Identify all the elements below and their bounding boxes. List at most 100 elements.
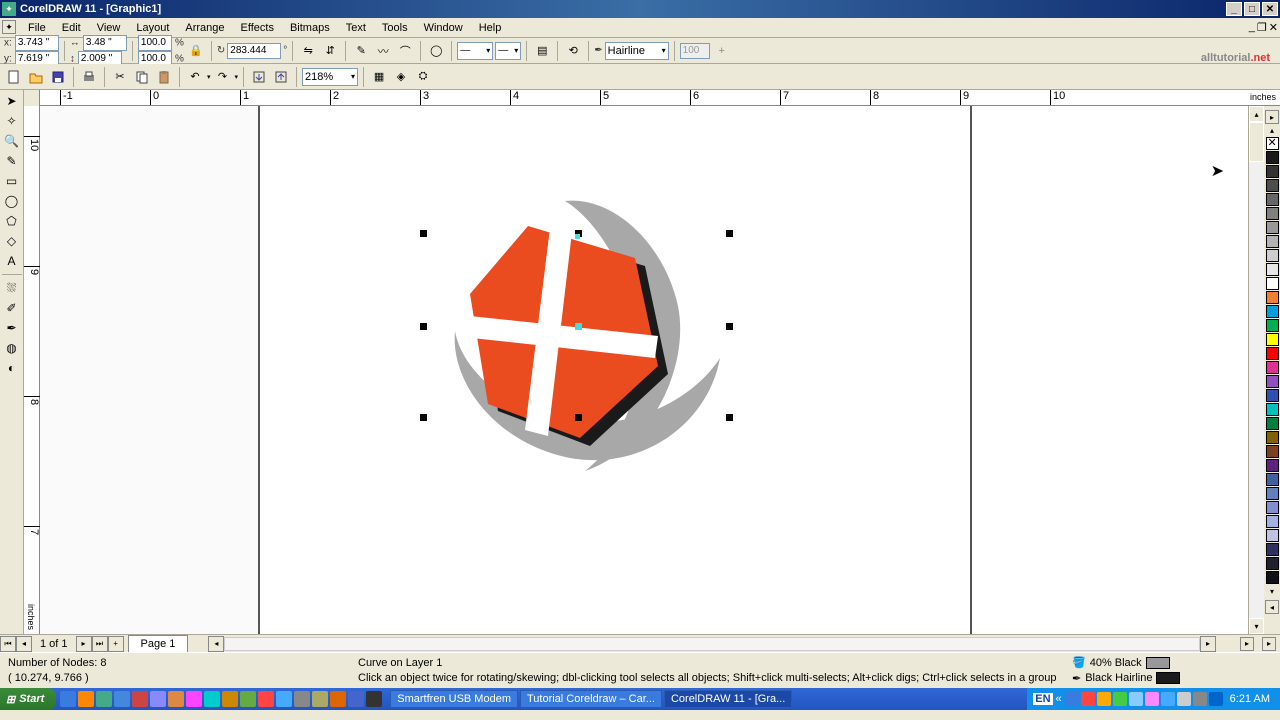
color-swatch-30[interactable]	[1266, 557, 1279, 570]
line-start-dropdown[interactable]: —	[457, 42, 493, 60]
first-page-button[interactable]: ⏮	[0, 636, 16, 652]
taskbar-task-1[interactable]: Tutorial Coreldraw – Car...	[520, 690, 662, 708]
color-swatch-7[interactable]	[1266, 235, 1279, 248]
menu-effects[interactable]: Effects	[233, 20, 282, 36]
palette-flyout-button[interactable]: ◂	[1265, 600, 1279, 614]
ruler-origin[interactable]	[24, 90, 40, 106]
tray-icon-9[interactable]	[1209, 692, 1223, 706]
paste-button[interactable]	[154, 67, 174, 87]
import-button[interactable]	[249, 67, 269, 87]
menu-tools[interactable]: Tools	[374, 20, 416, 36]
language-indicator[interactable]: EN	[1033, 693, 1052, 705]
width-input[interactable]	[83, 35, 127, 51]
quick-launch-8[interactable]	[204, 691, 220, 707]
menu-bitmaps[interactable]: Bitmaps	[282, 20, 338, 36]
scroll-right-button[interactable]: ▸	[1200, 636, 1216, 652]
menu-text[interactable]: Text	[338, 20, 374, 36]
path-tool-2[interactable]: ⌒	[395, 41, 415, 61]
quick-launch-2[interactable]	[96, 691, 112, 707]
tray-icon-3[interactable]	[1113, 692, 1127, 706]
auto-close-button[interactable]: ◯	[426, 41, 446, 61]
copy-button[interactable]	[132, 67, 152, 87]
handle-se[interactable]	[726, 414, 733, 421]
handle-sw[interactable]	[420, 414, 427, 421]
scrollbar-horizontal[interactable]: ◂ ▸	[208, 636, 1216, 652]
new-button[interactable]	[4, 67, 24, 87]
tray-icon-4[interactable]	[1129, 692, 1143, 706]
tray-icon-5[interactable]	[1145, 692, 1159, 706]
tray-icon-2[interactable]	[1097, 692, 1111, 706]
outline-tool[interactable]: ✒	[2, 319, 22, 337]
path-tool-1[interactable]: 〰	[373, 41, 393, 61]
color-swatch-19[interactable]	[1266, 403, 1279, 416]
tray-icon-7[interactable]	[1177, 692, 1191, 706]
rectangle-tool[interactable]: ▭	[2, 172, 22, 190]
redo-history-button[interactable]: ▾	[235, 73, 239, 81]
ellipse-tool[interactable]: ◯	[2, 192, 22, 210]
quick-launch-11[interactable]	[258, 691, 274, 707]
polygon-tool[interactable]: ⬠	[2, 212, 22, 230]
page-tab-1[interactable]: Page 1	[128, 635, 189, 652]
cut-button[interactable]: ✂	[110, 67, 130, 87]
menu-help[interactable]: Help	[471, 20, 510, 36]
graphics-online-button[interactable]: ◈	[391, 67, 411, 87]
open-button[interactable]	[26, 67, 46, 87]
scroll-up-button[interactable]: ▴	[1249, 106, 1264, 122]
color-swatch-13[interactable]	[1266, 319, 1279, 332]
node-marker[interactable]	[575, 234, 580, 239]
menu-window[interactable]: Window	[416, 20, 471, 36]
shape-tool[interactable]: ✧	[2, 112, 22, 130]
fill-tool[interactable]: ◍	[2, 339, 22, 357]
color-swatch-24[interactable]	[1266, 473, 1279, 486]
color-swatch-26[interactable]	[1266, 501, 1279, 514]
color-swatch-9[interactable]	[1266, 263, 1279, 276]
color-swatch-15[interactable]	[1266, 347, 1279, 360]
color-swatch-6[interactable]	[1266, 221, 1279, 234]
outline-width-dropdown[interactable]: Hairline	[605, 42, 669, 60]
color-swatch-23[interactable]	[1266, 459, 1279, 472]
quick-launch-13[interactable]	[294, 691, 310, 707]
scrollbar-vertical[interactable]: ▴ ▾	[1248, 106, 1264, 634]
options-button[interactable]: ⛭	[413, 67, 433, 87]
interactive-blend-tool[interactable]: ⛆	[2, 279, 22, 297]
taskbar-task-2[interactable]: CorelDRAW 11 - [Gra...	[664, 690, 792, 708]
taskbar-task-0[interactable]: Smartfren USB Modem	[390, 690, 518, 708]
status-fill-swatch[interactable]	[1146, 657, 1170, 669]
palette-scroll-up[interactable]: ▴	[1270, 126, 1274, 135]
doc-corel-icon[interactable]: ✦	[2, 20, 16, 34]
quick-launch-0[interactable]	[60, 691, 76, 707]
redo-button[interactable]: ↷	[213, 67, 233, 87]
last-page-button[interactable]: ⏭	[92, 636, 108, 652]
menu-edit[interactable]: Edit	[54, 20, 89, 36]
selected-object[interactable]	[420, 186, 740, 506]
tray-icon-0[interactable]	[1065, 692, 1079, 706]
print-button[interactable]	[79, 67, 99, 87]
color-swatch-10[interactable]	[1266, 277, 1279, 290]
flowchart-button[interactable]: ⟲	[563, 41, 583, 61]
doc-restore-button[interactable]: ❐	[1257, 21, 1267, 34]
text-tool[interactable]: A	[2, 252, 22, 270]
doc-close-button[interactable]: ✕	[1269, 21, 1278, 34]
quick-launch-5[interactable]	[150, 691, 166, 707]
scale-x-input[interactable]	[138, 35, 172, 51]
mirror-h-button[interactable]: ⇋	[298, 41, 318, 61]
zoom-dropdown[interactable]: 218%	[302, 68, 358, 86]
ruler-vertical[interactable]: inches 10987	[24, 106, 40, 634]
color-swatch-14[interactable]	[1266, 333, 1279, 346]
quick-launch-15[interactable]	[330, 691, 346, 707]
add-page-button[interactable]: +	[108, 636, 124, 652]
quick-launch-7[interactable]	[186, 691, 202, 707]
doc-minimize-button[interactable]: _	[1249, 21, 1255, 34]
tray-icon-8[interactable]	[1193, 692, 1207, 706]
scroll-down-button[interactable]: ▾	[1249, 618, 1264, 634]
basic-shapes-tool[interactable]: ◇	[2, 232, 22, 250]
wrap-button[interactable]: ▤	[532, 41, 552, 61]
freehand-tool[interactable]: ✎	[2, 152, 22, 170]
quick-launch-4[interactable]	[132, 691, 148, 707]
color-swatch-1[interactable]	[1266, 151, 1279, 164]
color-swatch-4[interactable]	[1266, 193, 1279, 206]
lock-ratio-button[interactable]: 🔒	[186, 41, 206, 61]
color-swatch-12[interactable]	[1266, 305, 1279, 318]
color-swatch-2[interactable]	[1266, 165, 1279, 178]
quick-launch-3[interactable]	[114, 691, 130, 707]
